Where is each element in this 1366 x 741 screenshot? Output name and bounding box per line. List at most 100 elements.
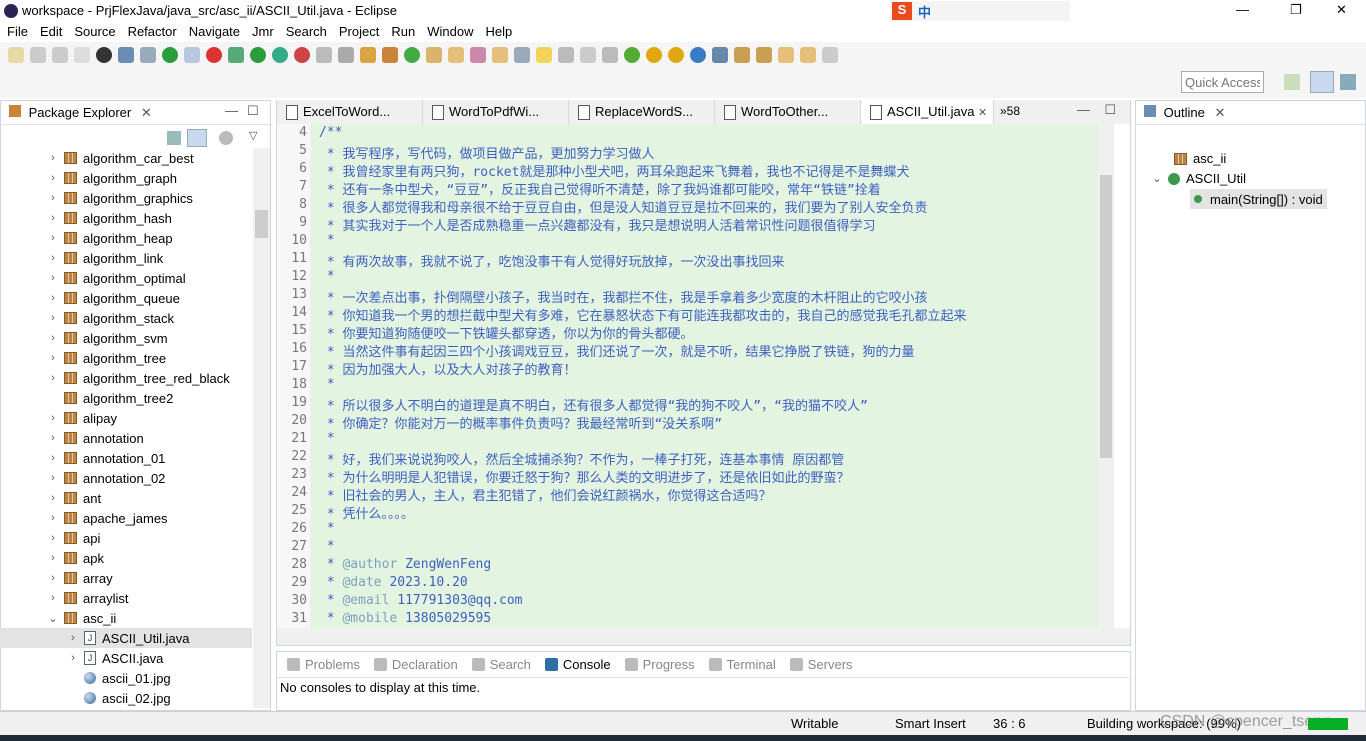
tree-item[interactable]: › algorithm_queue [0,288,252,308]
refresh-icon[interactable] [206,47,222,63]
ime-toolbar[interactable]: S 中 [890,1,1070,21]
java-perspective-icon[interactable] [1310,71,1334,93]
tab-declaration[interactable]: Declaration [372,657,458,672]
outline-tab[interactable]: Outline ✕ [1136,101,1365,125]
chevron-icon[interactable]: › [46,512,60,524]
stop-icon[interactable] [316,47,332,63]
tree-item[interactable]: › annotation [0,428,252,448]
mark-occurrences-icon[interactable] [536,47,552,63]
minimize-button[interactable]: — [1236,2,1249,17]
show-whitespace-icon[interactable] [580,47,596,63]
menu-search[interactable]: Search [286,22,333,42]
prev-annotation-icon[interactable] [756,47,772,63]
last-edit-icon[interactable] [778,47,794,63]
open-folder-icon[interactable] [448,47,464,63]
tab-search[interactable]: Search [470,657,531,672]
open-type-icon[interactable] [426,47,442,63]
run-icon[interactable] [250,47,266,63]
pilcrow-icon[interactable] [602,47,618,63]
outline-item-method[interactable]: main(String[]) : void [1190,189,1327,209]
chevron-icon[interactable]: › [46,172,60,184]
disconnect-icon[interactable] [338,47,354,63]
tree-item[interactable]: › algorithm_optimal [0,268,252,288]
chevron-icon[interactable]: › [46,292,60,304]
globe-icon[interactable] [690,47,706,63]
chevron-icon[interactable]: › [46,532,60,544]
collapse-all-icon[interactable] [167,131,181,145]
tree-item[interactable]: › alipay [0,408,252,428]
chevron-down-icon[interactable]: ⌄ [1150,172,1164,185]
help-icon[interactable] [646,47,662,63]
menu-source[interactable]: Source [74,22,121,42]
tree-item[interactable]: › J ASCII_Util.java [0,628,252,648]
save-all-icon[interactable] [52,47,68,63]
tree-item[interactable]: › arraylist [0,588,252,608]
menu-help[interactable]: Help [485,22,518,42]
ime-mode[interactable]: 中 [918,2,931,21]
menu-refactor[interactable]: Refactor [128,22,183,42]
debug-perspective-icon[interactable] [1340,74,1356,90]
minimize-view-icon[interactable]: — [225,103,238,118]
package-explorer-tab[interactable]: Package Explorer ✕ — ☐ [1,101,270,125]
forward-icon[interactable] [822,47,838,63]
navigate-icon[interactable] [712,47,728,63]
tree-item[interactable]: › algorithm_link [0,248,252,268]
tree-item[interactable]: › algorithm_graph [0,168,252,188]
tab-terminal[interactable]: Terminal [707,657,776,672]
tree-item[interactable]: › array [0,568,252,588]
close-tab-icon[interactable]: ✕ [1214,105,1225,120]
tree-item[interactable]: ⌄ asc_ii [0,608,252,628]
maximize-button[interactable]: ❐ [1290,2,1302,18]
chevron-icon[interactable]: › [46,492,60,504]
tree-item[interactable]: › algorithm_heap [0,228,252,248]
chevron-icon[interactable]: ⌄ [46,612,60,625]
chevron-icon[interactable]: › [46,152,60,164]
chevron-icon[interactable]: › [66,632,80,644]
chevron-icon[interactable]: › [66,652,80,664]
external-tools-icon[interactable] [294,47,310,63]
tree-item[interactable]: › algorithm_stack [0,308,252,328]
maximize-editor-icon[interactable]: ☐ [1104,102,1116,118]
tree-item[interactable]: › J ASCII.java [0,648,252,668]
tab-replace-word[interactable]: ReplaceWordS... [569,100,715,124]
menu-window[interactable]: Window [427,22,479,42]
new-java-project-icon[interactable] [360,47,376,63]
tree-item[interactable]: › algorithm_tree [0,348,252,368]
annotation-icon[interactable] [514,47,530,63]
package-scrollbar[interactable] [253,148,270,708]
build-progress-bar[interactable] [1308,718,1348,730]
new-icon[interactable] [8,47,24,63]
tree-item[interactable]: ascii_02.jpg [0,688,252,708]
debug-icon[interactable] [228,47,244,63]
chevron-down-icon[interactable]: ▽ [249,129,257,142]
tab-overflow-button[interactable]: »58 [994,100,1026,124]
chevron-icon[interactable]: › [46,432,60,444]
tab-word-to-pdf[interactable]: WordToPdfWi... [423,100,569,124]
coverage-icon[interactable] [272,47,288,63]
tree-item[interactable]: › algorithm_graphics [0,188,252,208]
link-editor-icon[interactable] [187,129,207,147]
scroll-thumb[interactable] [1100,175,1112,458]
menu-run[interactable]: Run [391,22,421,42]
back-icon[interactable] [800,47,816,63]
maximize-view-icon[interactable]: ☐ [247,103,259,119]
editor-horizontal-scrollbar[interactable] [277,628,1130,645]
tab-excel-to-word[interactable]: ExcelToWord... [277,100,423,124]
menu-project[interactable]: Project [339,22,385,42]
tree-item[interactable]: › annotation_01 [0,448,252,468]
print-icon[interactable] [74,47,90,63]
block-selection-icon[interactable] [558,47,574,63]
terminal-icon[interactable] [118,47,134,63]
close-tab-icon[interactable]: ✕ [978,107,987,119]
tree-item[interactable]: › api [0,528,252,548]
tab-word-to-other[interactable]: WordToOther... [715,100,861,124]
tree-item[interactable]: › algorithm_hash [0,208,252,228]
outline-item-class[interactable]: ⌄ ASCII_Util [1150,171,1246,186]
chevron-icon[interactable]: › [46,372,60,384]
chevron-icon[interactable]: › [46,452,60,464]
tab-servers[interactable]: Servers [788,657,853,672]
chevron-icon[interactable]: › [46,472,60,484]
tree-item[interactable]: › apk [0,548,252,568]
tree-item[interactable]: › ant [0,488,252,508]
tree-item[interactable]: algorithm_tree2 [0,388,252,408]
